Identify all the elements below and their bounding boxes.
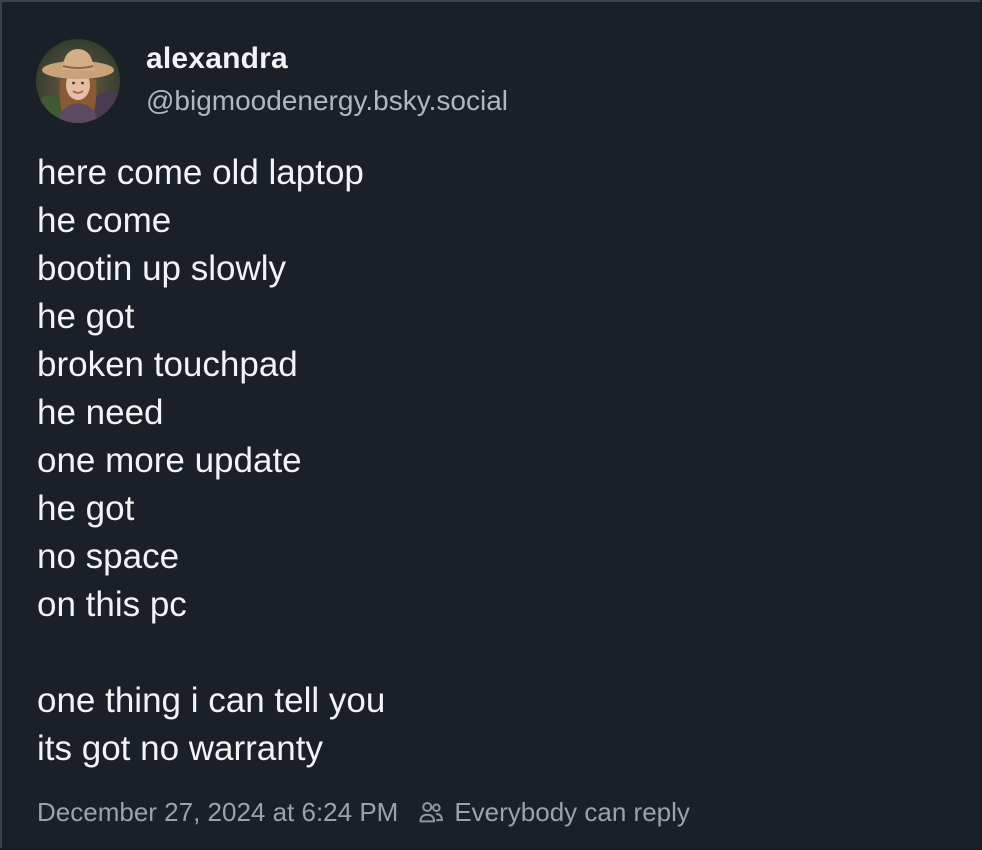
post-text-line: he need xyxy=(37,393,164,432)
post-text-line: broken touchpad xyxy=(37,345,298,384)
post-text: here come old laptop he come bootin up s… xyxy=(37,149,385,773)
post-text-line: he got xyxy=(37,489,135,528)
post-footer: December 27, 2024 at 6:24 PM Everybody c… xyxy=(37,792,690,832)
post-text-line: no space xyxy=(37,537,180,576)
post-text-line: bootin up slowly xyxy=(37,249,287,288)
post-text-line: one more update xyxy=(37,441,302,480)
avatar-image xyxy=(36,39,120,123)
people-icon xyxy=(416,797,446,827)
post-text-line: he got xyxy=(37,297,135,336)
author-display-name[interactable]: alexandra xyxy=(146,42,288,76)
post-text-line xyxy=(37,629,385,677)
post-text-line: he come xyxy=(37,201,172,240)
author-handle[interactable]: @bigmoodenergy.bsky.social xyxy=(146,85,508,117)
post-card[interactable]: alexandra @bigmoodenergy.bsky.social her… xyxy=(0,0,980,848)
post-text-line: one thing i can tell you xyxy=(37,681,386,720)
post-text-line: on this pc xyxy=(37,585,187,624)
reply-setting[interactable]: Everybody can reply xyxy=(416,797,690,828)
post-text-line: here come old laptop xyxy=(37,153,364,192)
post-timestamp[interactable]: December 27, 2024 at 6:24 PM xyxy=(37,797,398,828)
reply-setting-label: Everybody can reply xyxy=(454,796,690,827)
avatar[interactable] xyxy=(36,39,120,123)
post-text-line: its got no warranty xyxy=(37,729,323,768)
